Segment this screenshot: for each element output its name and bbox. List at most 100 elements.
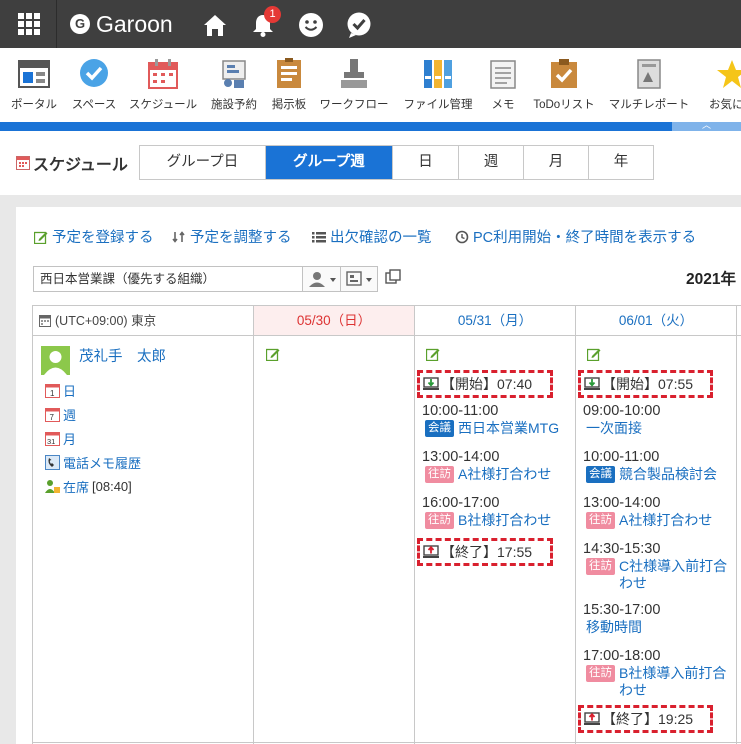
event-link[interactable]: 会議 西日本営業MTG xyxy=(425,420,559,437)
app-todo-list[interactable]: ToDoリスト xyxy=(531,58,597,112)
facility-select-button[interactable] xyxy=(341,266,378,292)
day-header-0601[interactable]: 06/01（火） xyxy=(576,306,736,336)
calendar-week-icon: 7 xyxy=(45,407,60,422)
adjust-schedule-link[interactable]: 予定を調整する xyxy=(172,226,292,247)
app-multi-report[interactable]: マルチレポート xyxy=(608,58,690,112)
category-tag: 往訪 xyxy=(425,512,454,529)
app-menu-icon[interactable] xyxy=(18,13,40,35)
grid-line xyxy=(736,306,737,744)
year-label: 2021年 xyxy=(686,271,736,288)
app-memo[interactable]: メモ xyxy=(484,58,522,112)
user-select-button[interactable] xyxy=(303,266,341,292)
page-title-text: スケジュール xyxy=(33,157,128,174)
day-header-0530[interactable]: 05/30（日） xyxy=(254,306,414,336)
add-event-icon[interactable] xyxy=(586,347,601,362)
app-portal[interactable]: ポータル xyxy=(9,58,59,112)
tab-day[interactable]: 日 xyxy=(393,146,459,179)
calendar-month-icon: 31 xyxy=(45,431,60,446)
todo-icon xyxy=(548,58,580,90)
event-link[interactable]: 往訪 A社様打合わせ xyxy=(586,512,712,529)
event-time: 10:00-11:00 xyxy=(422,403,499,419)
app-bulletin[interactable]: 掲示板 xyxy=(268,58,310,112)
space-icon xyxy=(78,58,110,90)
add-event-icon[interactable] xyxy=(425,347,440,362)
event-link[interactable]: 往訪 C社様導入前打合 xyxy=(586,558,727,575)
event-time: 09:00-10:00 xyxy=(583,403,661,419)
pc-start-time: 【開始】07:55 xyxy=(578,370,713,398)
garoon-logo-text: Garoon xyxy=(96,10,173,37)
adjust-arrows-icon xyxy=(172,230,186,244)
phone-memo-history-link[interactable]: 電話メモ履歴 xyxy=(45,453,141,472)
pc-usage-time-link[interactable]: PC利用開始・終了時間を表示する xyxy=(455,226,696,247)
event-title: 一次面接 xyxy=(586,420,642,436)
event-link[interactable]: 往訪 A社様打合わせ xyxy=(425,466,551,483)
bulletin-icon xyxy=(273,58,305,90)
pc-end-time: 【終了】19:25 xyxy=(578,705,713,733)
checkmark-bubble-icon[interactable] xyxy=(345,11,373,39)
app-file-management[interactable]: ファイル管理 xyxy=(399,58,477,112)
user-day-label: 日 xyxy=(63,384,77,399)
app-facility[interactable]: 施設予約 xyxy=(207,58,261,112)
phone-memo-label: 電話メモ履歴 xyxy=(63,456,142,471)
svg-text:7: 7 xyxy=(50,413,55,422)
presence-person-icon xyxy=(45,479,60,494)
event-link[interactable]: 移動時間 xyxy=(586,619,642,636)
app-label: スペース xyxy=(71,99,117,111)
tab-group-week[interactable]: グループ週 xyxy=(266,146,393,179)
app-workflow[interactable]: ワークフロー xyxy=(318,58,390,112)
group-week-grid: 05/30（日） 05/31（月） 06/01（火） (UTC+09:00) 東… xyxy=(32,305,741,744)
organization-select[interactable]: 西日本営業課（優先する組織） xyxy=(33,266,303,292)
garoon-logo[interactable]: G Garoon xyxy=(70,11,173,37)
day-header-0531[interactable]: 05/31（月） xyxy=(415,306,575,336)
facility-icon xyxy=(218,58,250,90)
pc-login-icon xyxy=(423,377,439,391)
app-space[interactable]: スペース xyxy=(67,58,121,112)
event-link[interactable]: 往訪 B社様打合わせ xyxy=(425,512,551,529)
event-link[interactable]: 一次面接 xyxy=(586,420,642,437)
tab-week[interactable]: 週 xyxy=(459,146,524,179)
report-icon xyxy=(633,58,665,90)
event-link-continued[interactable]: わせ xyxy=(619,682,647,699)
event-time: 13:00-14:00 xyxy=(422,449,500,465)
user-week-label: 週 xyxy=(63,408,77,423)
attendance-list-link[interactable]: 出欠確認の一覧 xyxy=(312,226,432,247)
smiley-icon[interactable] xyxy=(297,11,325,39)
user-day-view-link[interactable]: 1 日 xyxy=(45,381,76,400)
add-event-icon[interactable] xyxy=(265,347,280,362)
timezone-label: (UTC+09:00) 東京 xyxy=(39,306,156,336)
notification-bell-icon[interactable]: 1 xyxy=(249,6,281,39)
collapse-chevron-up-icon[interactable]: ︿ xyxy=(672,122,741,131)
app-label: スケジュール xyxy=(128,99,198,111)
event-time: 10:00-11:00 xyxy=(583,449,660,465)
event-title: A社様打合わせ xyxy=(619,512,713,528)
tab-month[interactable]: 月 xyxy=(524,146,589,179)
presence-status-link[interactable]: 在席 [08:40] xyxy=(45,477,132,496)
favorite-icon xyxy=(716,58,741,90)
top-header: G Garoon 1 xyxy=(0,0,741,48)
event-link[interactable]: 会議 競合製品検討会 xyxy=(586,466,717,483)
tab-group-day[interactable]: グループ日 xyxy=(140,146,266,179)
app-label: 掲示板 xyxy=(271,99,307,111)
popup-window-icon[interactable] xyxy=(385,269,401,285)
pc-start-label: 【開始】07:55 xyxy=(602,376,694,392)
register-schedule-link[interactable]: 予定を登録する xyxy=(33,226,154,247)
event-title: 競合製品検討会 xyxy=(619,466,717,482)
app-favorites[interactable]: お気に入 xyxy=(702,58,741,112)
workflow-icon xyxy=(338,58,370,90)
phone-icon xyxy=(45,455,60,470)
adjust-schedule-label: 予定を調整する xyxy=(190,230,292,246)
app-schedule[interactable]: スケジュール xyxy=(128,58,198,112)
user-week-view-link[interactable]: 7 週 xyxy=(45,405,76,424)
home-icon[interactable] xyxy=(201,11,229,39)
tab-year[interactable]: 年 xyxy=(589,146,653,179)
app-label: ポータル xyxy=(11,99,57,111)
event-time: 17:00-18:00 xyxy=(583,648,661,664)
svg-text:31: 31 xyxy=(47,437,55,446)
event-link-continued[interactable]: わせ xyxy=(619,575,647,592)
event-link[interactable]: 往訪 B社様導入前打合 xyxy=(586,665,726,682)
accent-bar xyxy=(0,122,741,131)
user-name-link[interactable]: 茂礼手 太郎 xyxy=(79,345,166,366)
user-month-view-link[interactable]: 31 月 xyxy=(45,429,76,448)
event-title: B社様打合わせ xyxy=(458,512,552,528)
avatar[interactable] xyxy=(41,346,70,375)
